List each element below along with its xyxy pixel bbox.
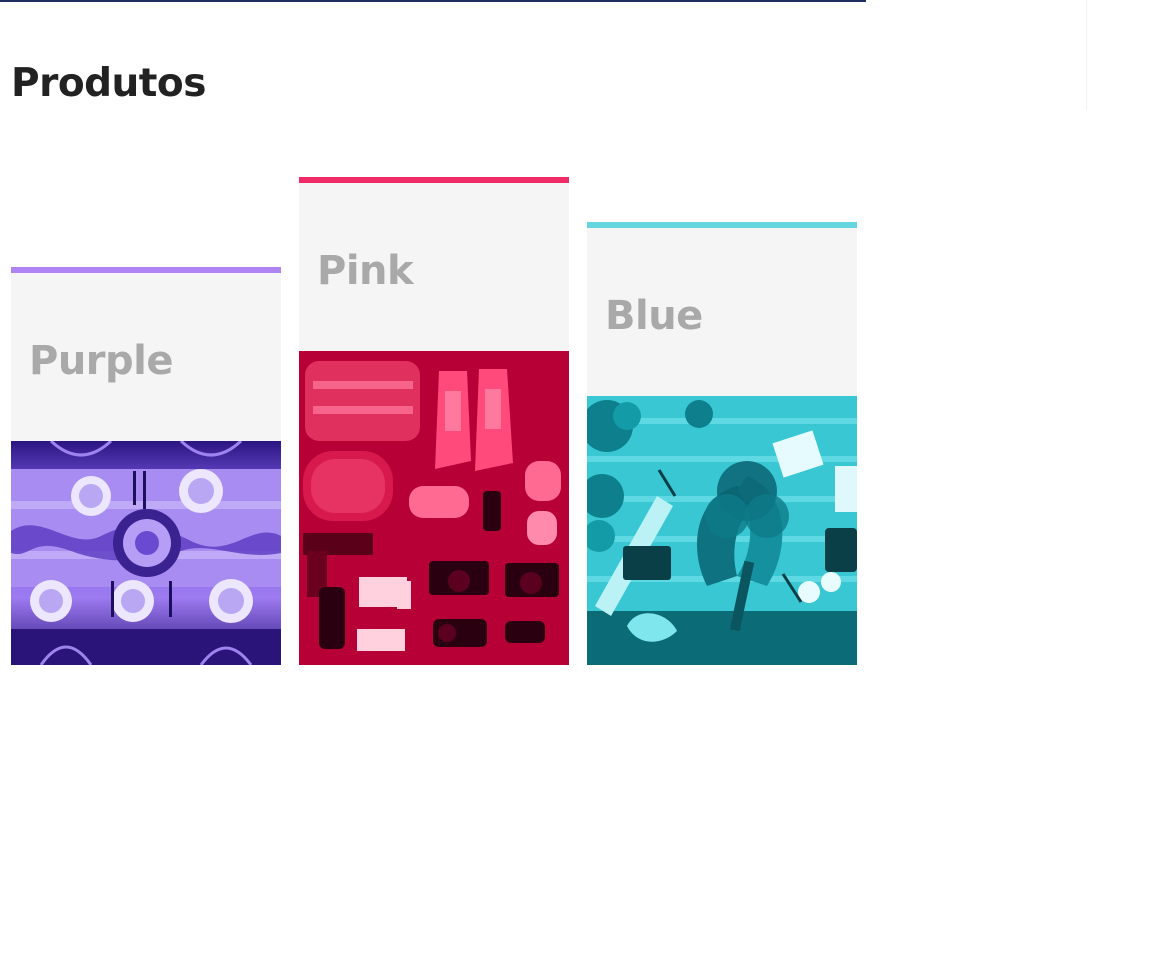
product-card-pink[interactable]: Pink [299,177,569,665]
card-label: Purple [29,338,174,384]
dining-table-photo [11,441,281,665]
card-header-panel: Blue [587,228,857,396]
products-page: Produtos Purple Pink Blue [0,0,1152,963]
product-card-purple[interactable]: Purple [11,267,281,665]
flower-desk-photo [587,396,857,665]
side-divider [1086,0,1087,110]
card-header-panel: Purple [11,273,281,441]
dining-table-photo-image [11,441,281,665]
top-rule [0,0,866,2]
card-header-panel: Pink [299,183,569,351]
card-label: Pink [317,248,414,294]
flower-desk-photo-image [587,396,857,665]
product-card-blue[interactable]: Blue [587,222,857,665]
page-title: Produtos [11,61,206,106]
travel-gear-photo-image [299,351,569,665]
card-label: Blue [605,293,703,339]
travel-gear-photo [299,351,569,665]
